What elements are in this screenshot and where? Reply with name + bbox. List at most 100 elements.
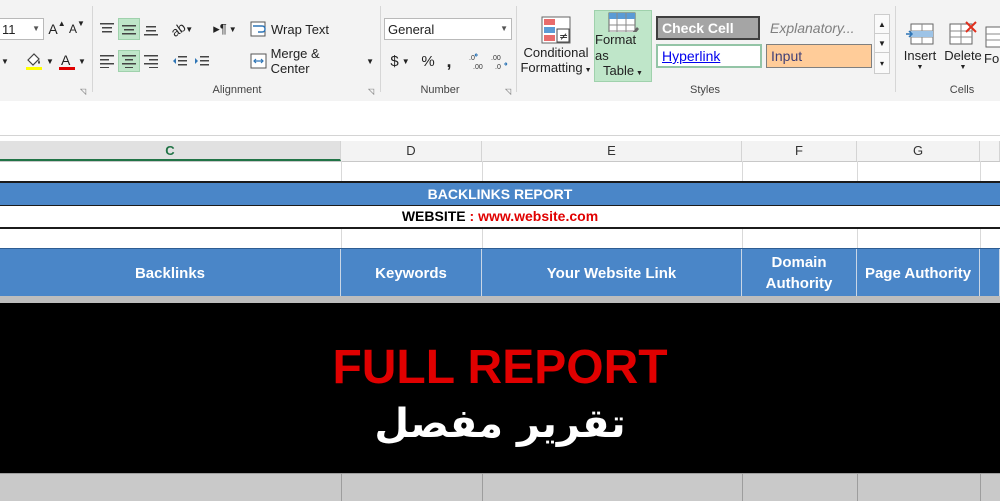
chevron-down-icon[interactable]: ▼ <box>78 50 86 72</box>
currency-icon: $ <box>390 52 399 70</box>
column-header-e[interactable]: E <box>482 141 742 161</box>
wrap-text-button[interactable]: Wrap Text <box>250 17 330 41</box>
grid-line <box>482 229 483 248</box>
merge-center-icon <box>250 53 267 69</box>
alignment-group-label: Alignment <box>212 84 262 96</box>
increase-font-button[interactable]: A ▲ <box>48 18 66 40</box>
table-row[interactable] <box>0 473 1000 501</box>
chevron-down-icon[interactable]: ▼ <box>46 50 54 72</box>
format-as-table-icon <box>608 12 639 32</box>
percent-icon: % <box>421 52 435 70</box>
text-direction-button[interactable]: ▸¶ ▼ <box>210 18 240 40</box>
format-label: For <box>984 51 1000 66</box>
grid-line <box>341 161 342 181</box>
report-title-cell[interactable]: BACKLINKS REPORT <box>0 181 1000 206</box>
grid-line <box>341 474 342 501</box>
gallery-scroll-down[interactable]: ▼ <box>874 33 890 53</box>
explanatory-style[interactable]: Explanatory... <box>766 16 872 40</box>
website-label: WEBSITE <box>401 208 466 224</box>
text-orientation-icon: ab <box>167 18 189 40</box>
decrease-indent-icon <box>173 56 187 66</box>
insert-label: Insert <box>903 47 937 63</box>
percent-style-button[interactable]: % <box>418 50 438 72</box>
orientation-button[interactable]: ab ▼ <box>168 18 196 40</box>
website-separator: : <box>465 208 479 224</box>
delete-button[interactable]: Delete ▼ <box>942 10 984 80</box>
grid-line <box>482 474 483 501</box>
merge-center-button[interactable]: Merge & Center ▼ <box>250 46 374 76</box>
chevron-down-icon: ▼ <box>366 56 374 66</box>
align-center-button[interactable] <box>118 50 140 72</box>
header-next[interactable] <box>980 249 1000 297</box>
align-middle-button[interactable] <box>118 18 140 40</box>
svg-text:.00: .00 <box>473 64 483 70</box>
grid-line <box>742 474 743 501</box>
comma-style-button[interactable]: , <box>441 50 457 72</box>
increase-decimal-button[interactable]: .0.00 <box>468 50 488 72</box>
column-header-next[interactable] <box>980 141 1000 161</box>
grid-line <box>980 229 981 248</box>
header-backlinks[interactable]: Backlinks <box>0 249 341 297</box>
styles-group-label: Styles <box>690 84 720 96</box>
format-as-table-button[interactable]: Format as Table ▼ <box>594 10 652 82</box>
dialog-launcher-icon[interactable]: ◹ <box>80 87 86 96</box>
svg-text:.0: .0 <box>469 55 475 62</box>
grid-line <box>857 474 858 501</box>
accounting-format-button[interactable]: $ ▼ <box>386 50 414 72</box>
chevron-down-icon: ▼ <box>582 66 592 74</box>
decrease-indent-button[interactable] <box>170 50 190 72</box>
header-page-authority[interactable]: Page Authority <box>857 249 980 297</box>
chevron-down-icon: ▼ <box>916 63 924 71</box>
chevron-down-icon[interactable]: ▼ <box>0 50 10 72</box>
svg-text:.00: .00 <box>491 55 501 62</box>
format-button[interactable]: For <box>984 10 1000 80</box>
header-website-link[interactable]: Your Website Link <box>482 249 742 297</box>
conditional-formatting-label-2: Formatting <box>520 59 583 75</box>
wrap-text-label: Wrap Text <box>271 21 330 37</box>
column-header-g[interactable]: G <box>857 141 980 161</box>
header-domain-authority[interactable]: Domain Authority <box>742 249 857 297</box>
column-header-d[interactable]: D <box>341 141 482 161</box>
grid-line <box>857 161 858 181</box>
format-cells-icon <box>985 26 1000 48</box>
fill-color-button[interactable] <box>22 50 46 72</box>
column-header-c[interactable]: C <box>0 141 341 161</box>
table-header-row: Backlinks Keywords Your Website Link Dom… <box>0 248 1000 297</box>
decrease-font-button[interactable]: A ▼ <box>68 18 86 40</box>
align-left-button[interactable] <box>97 50 117 72</box>
format-as-table-label-1: Format as <box>595 32 637 63</box>
insert-cells-icon <box>906 23 934 44</box>
decrease-decimal-button[interactable]: .00.0 <box>490 50 510 72</box>
group-separator <box>516 6 517 92</box>
gallery-more[interactable]: ▾ <box>874 52 890 74</box>
font-size-combo[interactable]: 11 ▼ <box>0 18 44 40</box>
dialog-launcher-icon[interactable]: ◹ <box>368 87 374 96</box>
gallery-scroll-up[interactable]: ▲ <box>874 14 890 34</box>
align-bottom-button[interactable] <box>141 18 161 40</box>
align-center-icon <box>122 55 136 68</box>
column-header-f[interactable]: F <box>742 141 857 161</box>
conditional-formatting-button[interactable]: ≠ Conditional Formatting ▼ <box>520 10 592 82</box>
increase-indent-button[interactable] <box>192 50 212 72</box>
delete-cells-icon <box>949 20 977 44</box>
banner-subtitle: تقرير مفصل <box>374 401 626 447</box>
increase-indent-icon <box>195 56 209 66</box>
font-size-value: 11 <box>2 21 16 37</box>
number-group-label: Number <box>420 84 460 96</box>
number-format-combo[interactable]: General ▼ <box>384 18 512 40</box>
input-style[interactable]: Input <box>766 44 872 68</box>
dialog-launcher-icon[interactable]: ◹ <box>505 87 511 96</box>
group-separator <box>895 6 896 92</box>
website-cell[interactable]: WEBSITE : www.website.com <box>0 206 1000 229</box>
conditional-formatting-label-1: Conditional <box>523 44 589 60</box>
font-color-button[interactable]: A <box>56 50 78 72</box>
number-format-value: General <box>388 21 435 37</box>
check-cell-style[interactable]: Check Cell <box>656 16 760 40</box>
formula-bar[interactable] <box>0 101 1000 136</box>
hyperlink-style[interactable]: Hyperlink <box>656 44 762 68</box>
insert-button[interactable]: Insert ▼ <box>900 10 940 80</box>
header-keywords[interactable]: Keywords <box>341 249 482 297</box>
group-separator <box>92 6 93 92</box>
align-top-button[interactable] <box>97 18 117 40</box>
align-right-button[interactable] <box>141 50 161 72</box>
